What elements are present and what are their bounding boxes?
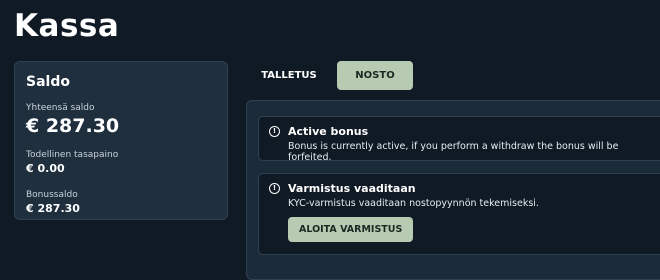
info-icon: ! — [269, 126, 280, 137]
withdraw-panel: ! Active bonus Bonus is currently active… — [246, 100, 660, 280]
tab-deposit[interactable]: TALLETUS — [258, 61, 320, 90]
bonus-balance-value: € 287.30 — [26, 202, 80, 215]
verification-text: KYC-varmistus vaaditaan nostopyynnön tek… — [288, 198, 539, 209]
verification-title: Varmistus vaaditaan — [288, 182, 416, 195]
bonus-balance-label: Bonussaldo — [26, 190, 78, 200]
real-balance-value: € 0.00 — [26, 162, 65, 175]
balance-card: Saldo Yhteensä saldo € 287.30 Todellinen… — [14, 61, 228, 220]
real-balance-label: Todellinen tasapaino — [26, 150, 119, 160]
active-bonus-title: Active bonus — [288, 125, 369, 138]
page-title: Kassa — [14, 8, 120, 44]
total-balance-label: Yhteensä saldo — [26, 103, 95, 113]
balance-title: Saldo — [26, 74, 70, 90]
total-balance-value: € 287.30 — [26, 115, 120, 137]
info-icon: ! — [269, 183, 280, 194]
verification-alert: ! Varmistus vaaditaan KYC-varmistus vaad… — [258, 173, 660, 255]
start-verification-button[interactable]: ALOITA VARMISTUS — [288, 217, 414, 242]
active-bonus-text: Bonus is currently active, if you perfor… — [288, 141, 619, 163]
active-bonus-alert: ! Active bonus Bonus is currently active… — [258, 116, 660, 163]
tab-withdraw[interactable]: NOSTO — [337, 61, 413, 90]
